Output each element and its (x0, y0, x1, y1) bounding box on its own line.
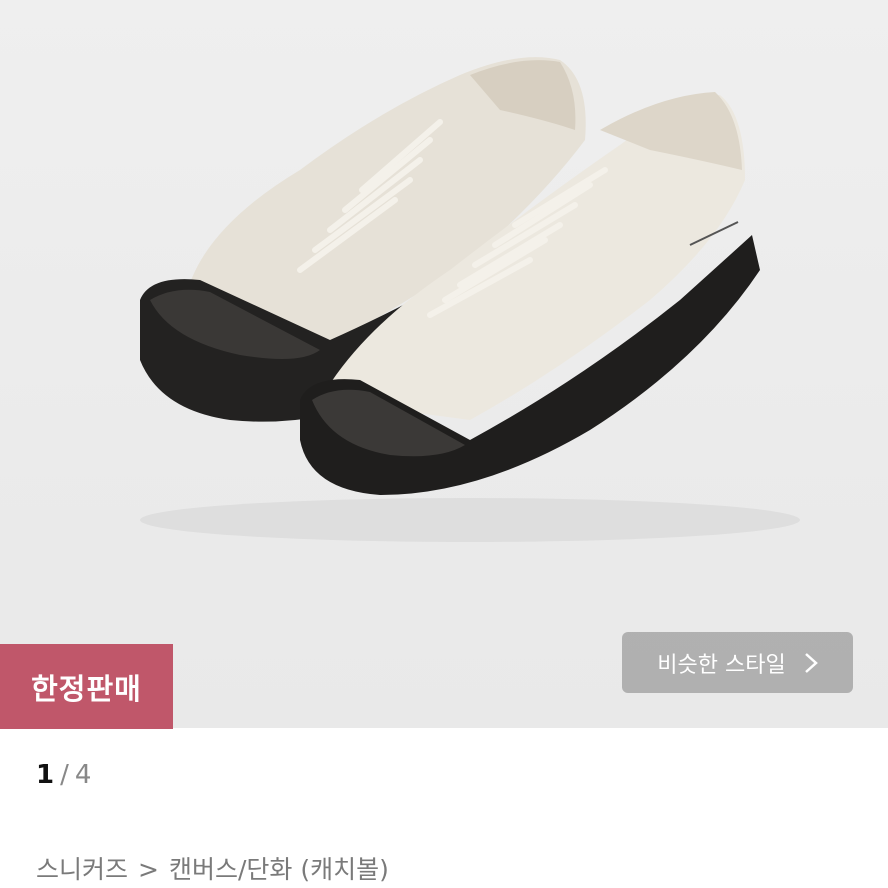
breadcrumb-subcategory[interactable]: 캔버스/단화 (캐치볼) (169, 855, 389, 884)
breadcrumb: 스니커즈 > 캔버스/단화 (캐치볼) (36, 850, 399, 886)
similar-style-label: 비슷한 스타일 (657, 652, 786, 678)
image-counter: 1/4 (36, 760, 91, 790)
counter-separator: / (60, 760, 69, 790)
product-image-area[interactable] (0, 0, 888, 728)
current-image-index: 1 (36, 760, 55, 790)
limited-sale-badge: 한정판매 (0, 644, 173, 729)
breadcrumb-separator: > (138, 855, 159, 884)
chevron-right-icon (804, 652, 818, 674)
limited-sale-label: 한정판매 (31, 671, 142, 706)
sneaker-pair-image (140, 57, 800, 542)
total-image-count: 4 (74, 760, 92, 790)
breadcrumb-category[interactable]: 스니커즈 (36, 855, 128, 884)
similar-style-button[interactable]: 비슷한 스타일 (622, 632, 853, 693)
